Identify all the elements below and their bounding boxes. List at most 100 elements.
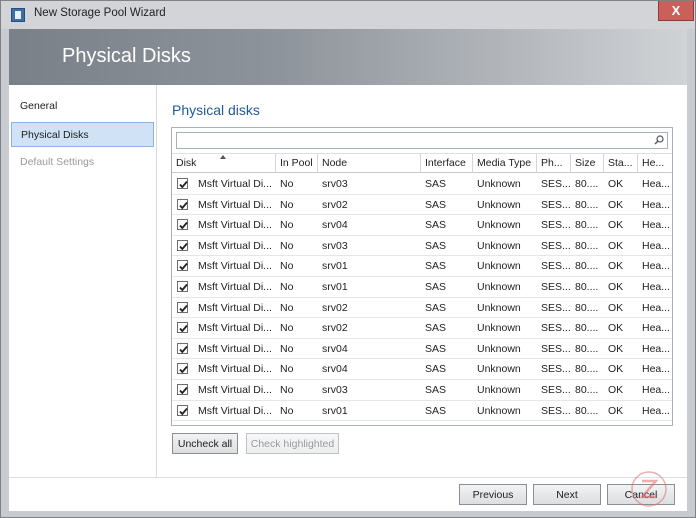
cell-interface: SAS [425, 239, 447, 252]
cell-disk: Msft Virtual Di... [198, 383, 272, 396]
table-row[interactable]: Msft Virtual Di... No srv03 SAS Unknown SES..… [172, 380, 672, 401]
cell-size: 80.... [575, 301, 599, 314]
cell-physical-location: SES... [541, 198, 571, 211]
row-checkbox[interactable] [177, 198, 188, 210]
row-checkbox[interactable] [177, 301, 188, 313]
cell-in-pool: No [280, 301, 294, 314]
wizard-header: Physical Disks [9, 29, 687, 85]
cell-disk: Msft Virtual Di... [198, 280, 272, 293]
table-row[interactable]: Msft Virtual Di... No srv03 SAS Unknown SES..… [172, 236, 672, 257]
cell-physical-location: SES... [541, 342, 571, 355]
cell-health: Hea... [642, 363, 671, 376]
page-title: Physical Disks [62, 45, 191, 67]
nav-item-physical-disks[interactable]: Physical Disks [11, 122, 154, 147]
cell-node: srv04 [322, 342, 348, 355]
cell-in-pool: No [280, 178, 294, 190]
disk-grid: Disk In Pool Node Interface Media Type P… [171, 127, 673, 426]
column-media-type[interactable]: Media Type [473, 154, 537, 173]
table-row[interactable]: Msft Virtual Di... No srv01 SAS Unknown SES..… [172, 256, 672, 277]
title-bar: New Storage Pool Wizard X [1, 1, 695, 29]
row-checkbox[interactable] [177, 404, 188, 416]
cell-disk: Msft Virtual Di... [198, 198, 272, 211]
table-row[interactable]: Msft Virtual Di... No srv03 SAS Unknown SES..… [172, 174, 672, 195]
cell-interface: SAS [425, 280, 447, 293]
cell-node: srv01 [322, 404, 348, 417]
row-checkbox[interactable] [177, 178, 188, 189]
table-row[interactable]: Msft Virtual Di... No srv04 SAS Unknown SES..… [172, 215, 672, 236]
row-checkbox[interactable] [177, 239, 188, 251]
nav-item-general[interactable]: General [9, 94, 155, 119]
cell-disk: Msft Virtual Di... [198, 322, 272, 335]
cell-in-pool: No [280, 363, 294, 376]
cell-disk: Msft Virtual Di... [198, 301, 272, 314]
cell-media-type: Unknown [477, 198, 521, 211]
previous-button[interactable]: Previous [459, 484, 527, 505]
cell-health: Hea... [642, 280, 671, 293]
cell-interface: SAS [425, 342, 447, 355]
table-row[interactable]: Msft Virtual Di... No srv04 SAS Unknown SES..… [172, 339, 672, 360]
cell-physical-location: SES... [541, 280, 571, 293]
cell-size: 80.... [575, 219, 599, 232]
table-row[interactable]: Msft Virtual Di... No srv04 SAS Unknown SES..… [172, 359, 672, 380]
search-icon[interactable] [654, 135, 664, 145]
disk-rows: Msft Virtual Di... No srv03 SAS Unknown SES..… [172, 174, 672, 422]
cell-status: OK [608, 342, 624, 355]
cell-status: OK [608, 198, 624, 211]
cell-physical-location: SES... [541, 260, 571, 273]
column-disk[interactable]: Disk [172, 154, 276, 173]
column-node[interactable]: Node [318, 154, 421, 173]
cell-node: srv04 [322, 219, 348, 232]
search-input[interactable] [176, 132, 668, 149]
row-checkbox[interactable] [177, 322, 188, 334]
next-button[interactable]: Next [533, 484, 601, 505]
cell-status: OK [608, 404, 624, 417]
column-in-pool[interactable]: In Pool [276, 154, 318, 173]
cell-size: 80.... [575, 404, 599, 417]
column-status[interactable]: Sta... [604, 154, 638, 173]
window-title: New Storage Pool Wizard [34, 7, 166, 19]
row-checkbox[interactable] [177, 219, 188, 231]
cell-media-type: Unknown [477, 239, 521, 252]
cell-in-pool: No [280, 198, 294, 211]
table-row[interactable]: Msft Virtual Di... No srv02 SAS Unknown SES..… [172, 298, 672, 319]
cell-media-type: Unknown [477, 322, 521, 335]
cell-physical-location: SES... [541, 383, 571, 396]
cell-disk: Msft Virtual Di... [198, 342, 272, 355]
cell-interface: SAS [425, 178, 447, 190]
cell-size: 80.... [575, 280, 599, 293]
cell-physical-location: SES... [541, 322, 571, 335]
uncheck-all-button[interactable]: Uncheck all [172, 433, 238, 454]
cell-status: OK [608, 178, 624, 190]
cell-health: Hea... [642, 301, 671, 314]
table-row[interactable]: Msft Virtual Di... No srv01 SAS Unknown SES..… [172, 401, 672, 422]
column-physical-location[interactable]: Ph... [537, 154, 571, 173]
row-checkbox[interactable] [177, 280, 188, 292]
cell-size: 80.... [575, 322, 599, 335]
cell-media-type: Unknown [477, 219, 521, 232]
table-row[interactable]: Msft Virtual Di... No srv02 SAS Unknown SES..… [172, 318, 672, 339]
cell-disk: Msft Virtual Di... [198, 219, 272, 232]
cell-health: Hea... [642, 322, 671, 335]
row-checkbox[interactable] [177, 260, 188, 272]
cell-node: srv02 [322, 198, 348, 211]
cell-health: Hea... [642, 219, 671, 232]
column-size[interactable]: Size [571, 154, 604, 173]
cell-interface: SAS [425, 404, 447, 417]
cell-size: 80.... [575, 239, 599, 252]
cell-in-pool: No [280, 260, 294, 273]
table-row[interactable]: Msft Virtual Di... No srv01 SAS Unknown SES..… [172, 277, 672, 298]
column-health[interactable]: He... [638, 154, 672, 173]
nav-item-default-settings: Default Settings [20, 156, 95, 168]
cell-physical-location: SES... [541, 363, 571, 376]
column-interface[interactable]: Interface [421, 154, 473, 173]
table-row[interactable]: Msft Virtual Di... No srv02 SAS Unknown SES..… [172, 195, 672, 216]
cell-physical-location: SES... [541, 219, 571, 232]
cell-status: OK [608, 280, 624, 293]
close-button[interactable]: X [658, 1, 694, 21]
watermark-logo [631, 471, 667, 507]
cell-disk: Msft Virtual Di... [198, 178, 272, 190]
row-checkbox[interactable] [177, 363, 188, 375]
section-title: Physical disks [172, 102, 260, 118]
row-checkbox[interactable] [177, 383, 188, 395]
row-checkbox[interactable] [177, 342, 188, 354]
